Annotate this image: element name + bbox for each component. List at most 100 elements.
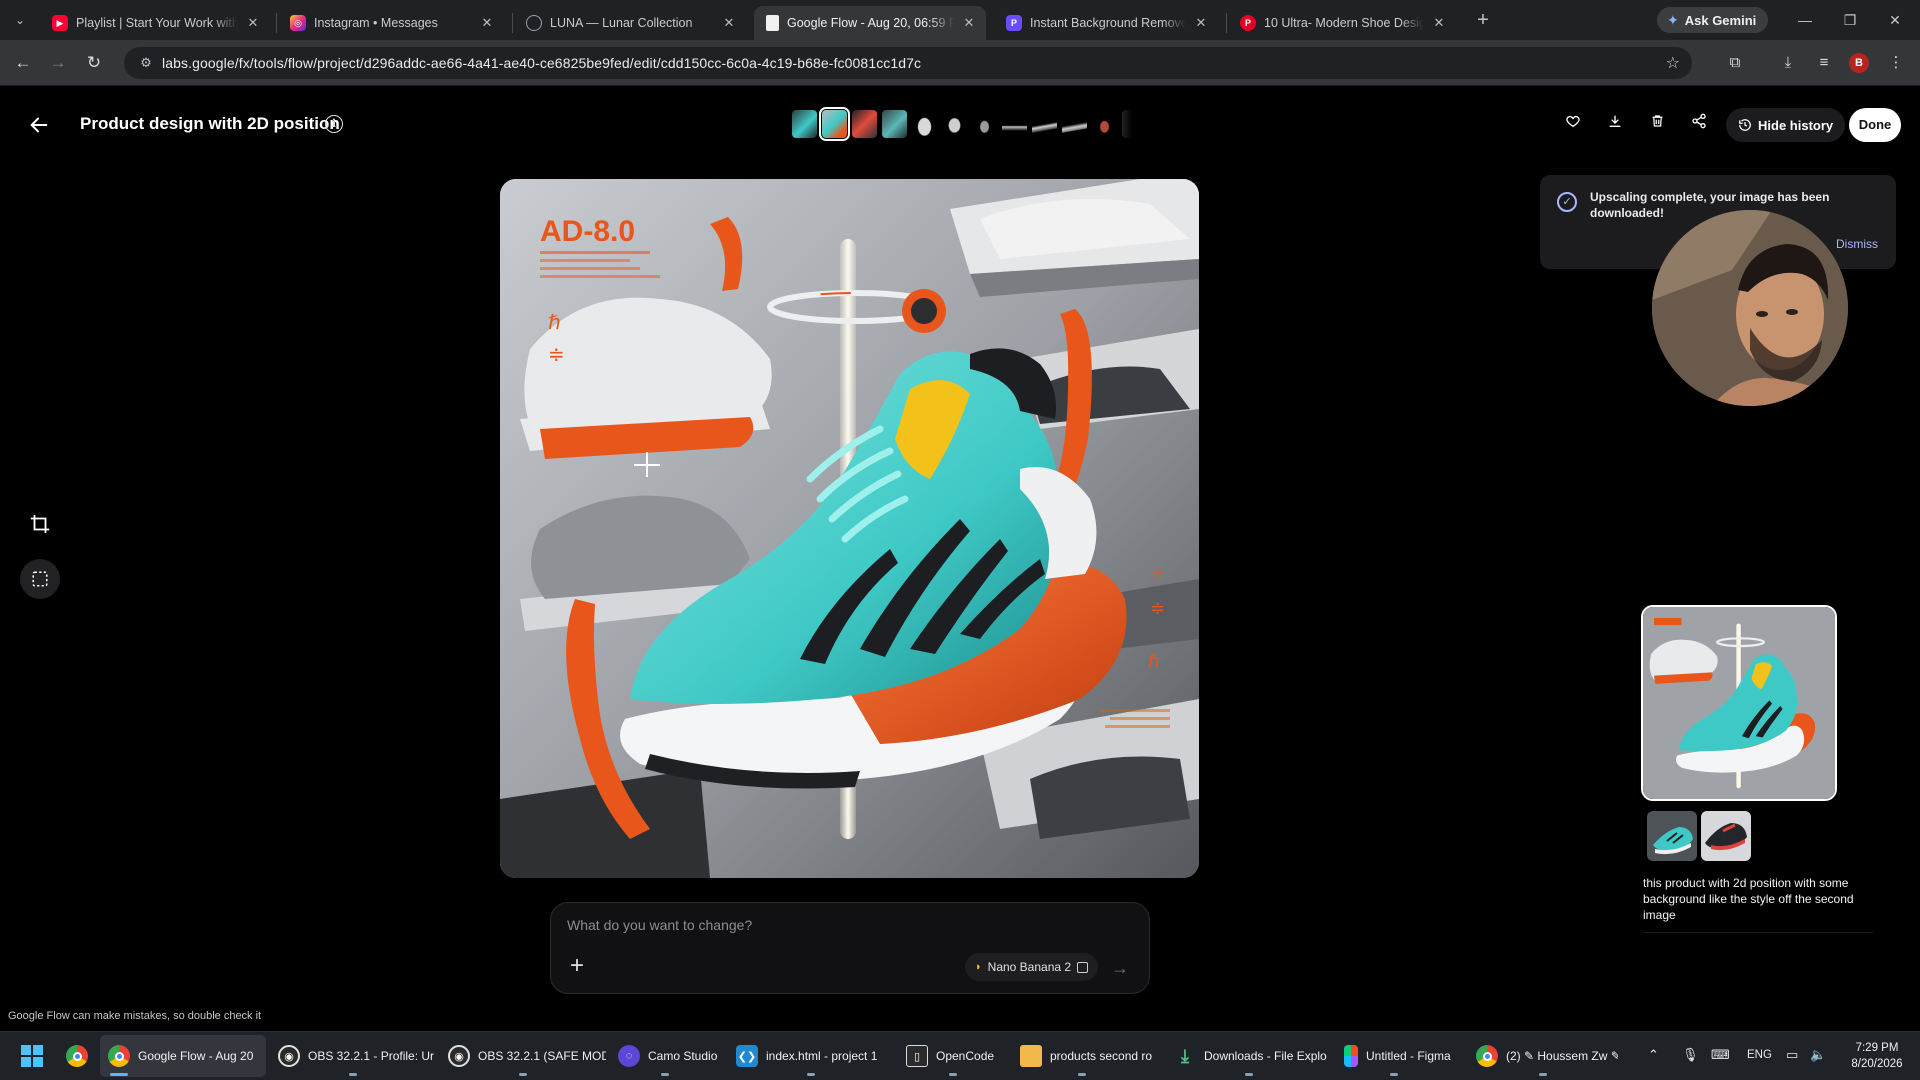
running-indicator [949,1073,957,1076]
close-window-button[interactable]: ✕ [1877,8,1913,32]
back-arrow-icon[interactable]: ← [12,52,34,74]
taskbar-chrome-profile[interactable]: (2) ✎ Houssem Zw ✎ [1468,1035,1618,1077]
prompt-input[interactable] [567,917,1127,933]
hide-history-button[interactable]: Hide history [1726,108,1846,142]
history-thumbnail[interactable] [882,110,907,138]
history-thumbnail-selected[interactable] [819,107,850,141]
clock-time: 7:29 PM [1855,1042,1899,1054]
browser-tab-instagram[interactable]: ◎ Instagram • Messages ✕ [278,6,504,40]
reload-icon[interactable]: ↻ [83,52,105,74]
info-icon[interactable]: i [325,115,343,133]
minimize-window-button[interactable]: — [1787,8,1823,32]
done-button[interactable]: Done [1849,108,1901,142]
delete-trash-icon[interactable] [1645,113,1669,137]
history-thumbnail[interactable] [912,110,937,138]
taskbar-camo-studio[interactable]: ◌ Camo Studio [610,1035,720,1077]
close-tab-icon[interactable]: ✕ [246,15,260,31]
download-icon[interactable] [1603,113,1627,137]
keyboard-icon[interactable]: ⌨ [1711,1047,1730,1063]
crop-tool-button[interactable] [20,504,60,544]
download-icon: ⤓ [1181,1045,1189,1066]
browser-tab-luna[interactable]: LUNA — Lunar Collection ✕ [514,6,746,40]
show-hidden-icons-button[interactable]: ⌃ [1648,1047,1659,1063]
selection-tool-button[interactable] [20,559,60,599]
history-thumbnail[interactable] [792,110,817,138]
taskbar-vscode[interactable]: ❮❯ index.html - project 1 [728,1035,894,1077]
taskbar-downloads-explorer[interactable]: ⤓ Downloads - File Explo [1166,1035,1332,1077]
browser-toolbar: ← → ↻ ⚙ labs.google/fx/tools/flow/projec… [0,40,1920,86]
globe-icon [526,15,542,31]
extensions-icon[interactable]: ⧉ [1724,52,1746,74]
vscode-icon: ❮❯ [736,1045,758,1067]
history-prompt-text: this product with 2d position with some … [1643,876,1854,922]
history-thumbnail-partial[interactable] [1122,110,1132,138]
person-webcam-image [1652,210,1848,406]
history-thumbnail[interactable] [972,110,997,138]
tab-separator [512,13,513,33]
dismiss-button[interactable]: Dismiss [1836,237,1878,251]
close-tab-icon[interactable]: ✕ [962,15,976,31]
network-icon[interactable]: ▭ [1786,1047,1798,1063]
running-indicator [807,1073,815,1076]
chrome-icon [66,1045,88,1067]
running-indicator [519,1073,527,1076]
tab-search-button[interactable]: ⌄ [8,8,32,32]
taskbar-opencode[interactable]: ▯ OpenCode [898,1035,1008,1077]
reference-image-2[interactable] [1701,811,1751,861]
taskbar-google-flow[interactable]: Google Flow - Aug 20 [100,1035,266,1077]
browser-tab-youtube[interactable]: ▶ Playlist | Start Your Work with Th ✕ [40,6,270,40]
chrome-icon [1476,1045,1498,1067]
bookmark-star-icon[interactable]: ☆ [1666,53,1680,73]
profile-avatar[interactable]: B [1849,53,1869,73]
restore-window-button[interactable]: ❐ [1832,8,1868,32]
taskbar-chrome-pinned[interactable] [58,1035,96,1077]
forward-arrow-icon[interactable]: → [47,52,69,74]
history-thumbnail[interactable] [1062,110,1087,138]
taskbar-label: OBS 32.2.1 (SAFE MOD [478,1049,606,1063]
history-entry-image[interactable] [1641,605,1837,801]
history-thumbnail[interactable] [942,110,967,138]
taskbar-label: index.html - project 1 [766,1049,878,1063]
close-tab-icon[interactable]: ✕ [480,15,494,31]
more-menu-icon[interactable]: ⋮ [1885,52,1907,74]
media-controls-icon[interactable]: ≡ [1813,52,1835,74]
site-info-icon[interactable]: ⚙ [130,55,162,71]
history-thumbnail-strip [792,107,1132,141]
browser-tab-pinterest[interactable]: P 10 Ultra- Modern Shoe Designs ✕ [1228,6,1456,40]
send-arrow-button[interactable]: → [1107,955,1133,981]
history-thumbnail[interactable] [1032,110,1057,138]
share-icon[interactable] [1687,113,1711,137]
taskbar-obs-profile[interactable]: ◉ OBS 32.2.1 - Profile: Ur [270,1035,436,1077]
close-tab-icon[interactable]: ✕ [722,15,736,31]
browser-tab-background-remover[interactable]: P Instant Background Remover - I ✕ [994,6,1218,40]
back-arrow-icon[interactable] [28,114,52,138]
camo-icon: ◌ [618,1045,640,1067]
new-tab-button[interactable]: + [1471,9,1495,33]
volume-icon[interactable]: 🔈 [1810,1047,1826,1063]
close-tab-icon[interactable]: ✕ [1432,15,1446,31]
close-tab-icon[interactable]: ✕ [1194,15,1208,31]
add-attachment-button[interactable]: + [565,954,589,979]
url-text[interactable]: labs.google/fx/tools/flow/project/d296ad… [162,55,921,71]
history-thumbnail[interactable] [852,110,877,138]
favorite-heart-icon[interactable] [1561,113,1585,137]
generated-image[interactable]: AD-8.0 ℏ ≑ + ≑ ℏ [500,179,1199,878]
taskbar-obs-safe-mode[interactable]: ◉ OBS 32.2.1 (SAFE MOD [440,1035,606,1077]
ask-gemini-button[interactable]: ✦ Ask Gemini [1657,7,1769,33]
history-thumbnail[interactable] [1092,110,1117,138]
history-thumbnail[interactable] [1002,110,1027,138]
reference-image-1[interactable] [1647,811,1697,861]
address-bar[interactable]: ⚙ labs.google/fx/tools/flow/project/d296… [124,47,1692,79]
taskbar-clock[interactable]: 7:29 PM 8/20/2026 [1842,1040,1912,1072]
taskbar-figma[interactable]: Untitled - Figma [1336,1035,1452,1077]
start-button[interactable] [12,1035,52,1077]
instagram-icon: ◎ [290,15,306,31]
folder-icon [1020,1045,1042,1067]
downloads-icon[interactable]: ⤓ [1777,52,1799,74]
taskbar-products-folder[interactable]: products second ro [1012,1035,1152,1077]
browser-tab-google-flow[interactable]: Google Flow - Aug 20, 06:59 PM ✕ [754,6,986,40]
photoroom-icon: P [1006,15,1022,31]
language-indicator[interactable]: ENG [1747,1049,1772,1061]
model-selector[interactable]: ◗ Nano Banana 2 [965,953,1099,981]
microphone-icon[interactable]: 🎙 [1682,1047,1699,1063]
